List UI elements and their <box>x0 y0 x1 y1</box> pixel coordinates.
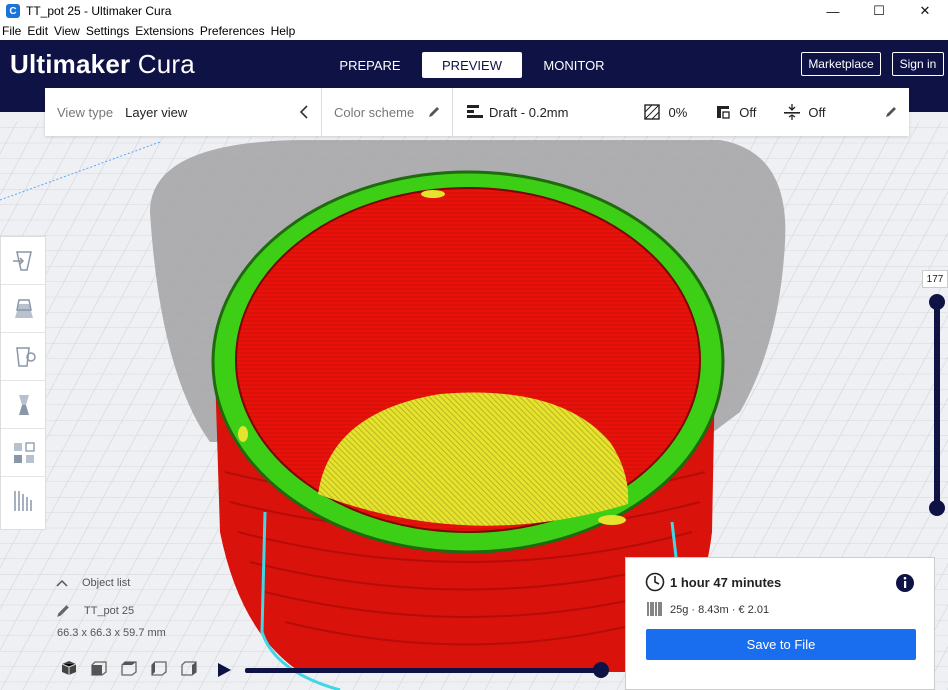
close-button[interactable]: ✕ <box>902 0 948 22</box>
view-type-value: Layer view <box>125 104 188 120</box>
minimize-button[interactable]: — <box>810 0 856 22</box>
move-tool-button[interactable] <box>1 237 46 285</box>
object-list-header: Object list <box>82 577 131 589</box>
top-view-icon[interactable] <box>120 660 138 676</box>
mirror-tool-button[interactable] <box>1 381 46 429</box>
menu-help[interactable]: Help <box>271 24 296 38</box>
support-value: Off <box>739 104 757 120</box>
simulation-handle[interactable] <box>592 661 610 679</box>
tab-monitor[interactable]: MONITOR <box>524 52 624 78</box>
current-layer-number[interactable]: 177 <box>922 270 948 288</box>
view-orientation-buttons <box>60 660 198 676</box>
rotate-icon <box>15 346 36 367</box>
info-icon[interactable] <box>895 573 915 593</box>
edit-settings-pencil-icon[interactable] <box>885 106 897 118</box>
chevron-up-icon <box>56 579 68 587</box>
play-icon[interactable] <box>216 662 232 678</box>
left-view-icon[interactable] <box>150 660 168 676</box>
adhesion-icon <box>784 104 801 120</box>
print-time: 1 hour 47 minutes <box>670 575 782 590</box>
window-controls: — ☐ ✕ <box>810 0 948 22</box>
profile-name: Draft - 0.2mm <box>489 104 569 120</box>
object-name: TT_pot 25 <box>84 605 135 617</box>
object-list-toggle[interactable]: Object list <box>56 575 166 591</box>
menu-bar: File Edit View Settings Extensions Prefe… <box>0 22 948 40</box>
tab-prepare[interactable]: PREPARE <box>320 52 420 78</box>
view-type-selector[interactable]: View type Layer view <box>45 88 322 136</box>
clock-icon <box>645 572 665 592</box>
window-title: TT_pot 25 - Ultimaker Cura <box>26 4 172 18</box>
print-job-panel: 1 hour 47 minutes 25g · 8.43m · € 2.01 S… <box>625 557 935 690</box>
adhesion-value: Off <box>808 104 826 120</box>
menu-preferences[interactable]: Preferences <box>200 24 265 38</box>
menu-edit[interactable]: Edit <box>27 24 48 38</box>
cura-app-icon: C <box>6 4 20 18</box>
per-model-settings-icon <box>13 441 35 463</box>
color-scheme-selector[interactable]: Color scheme <box>322 88 453 136</box>
object-list-item[interactable]: TT_pot 25 <box>56 603 166 619</box>
support-blocker-icon <box>13 491 32 511</box>
stage-tabs: PREPARE PREVIEW MONITOR <box>320 52 626 78</box>
chevron-left-icon <box>299 105 308 119</box>
view-type-label: View type <box>57 104 114 120</box>
support-blocker-button[interactable] <box>1 477 46 525</box>
infill-value: 0% <box>668 104 688 120</box>
per-model-settings-button[interactable] <box>1 429 46 477</box>
layer-slider-bottom-handle <box>929 500 945 516</box>
support-icon <box>717 106 730 119</box>
profile-layers-icon <box>467 105 483 118</box>
3d-view-icon[interactable] <box>60 660 78 676</box>
ultimaker-cura-logo: Ultimaker Cura <box>10 49 195 79</box>
scale-tool-button[interactable] <box>1 285 46 333</box>
object-dimensions: 66.3 x 66.3 x 59.7 mm <box>57 627 166 639</box>
window-title-bar: C TT_pot 25 - Ultimaker Cura — ☐ ✕ <box>0 0 948 22</box>
front-view-icon[interactable] <box>90 660 108 676</box>
pencil-icon <box>429 107 439 117</box>
right-view-icon[interactable] <box>180 660 198 676</box>
simulation-progress-bar[interactable] <box>245 668 605 673</box>
maximize-button[interactable]: ☐ <box>856 0 902 22</box>
color-scheme-label: Color scheme <box>334 104 415 120</box>
tab-preview[interactable]: PREVIEW <box>422 52 522 78</box>
menu-extensions[interactable]: Extensions <box>135 24 194 38</box>
filament-spool-icon <box>647 602 662 616</box>
sign-in-button[interactable]: Sign in <box>892 52 944 76</box>
save-to-file-button[interactable]: Save to File <box>646 629 916 660</box>
object-list-panel: Object list TT_pot 25 66.3 x 66.3 x 59.7… <box>56 575 166 639</box>
layer-slider-top-handle <box>929 294 945 310</box>
view-settings-toolbar: View type Layer view Color scheme Draft … <box>45 88 909 136</box>
rotate-tool-button[interactable] <box>1 333 46 381</box>
layer-slider[interactable] <box>926 280 948 540</box>
menu-file[interactable]: File <box>2 24 21 38</box>
menu-view[interactable]: View <box>54 24 80 38</box>
tool-strip <box>0 236 46 530</box>
menu-settings[interactable]: Settings <box>86 24 129 38</box>
infill-icon <box>644 104 661 120</box>
scale-icon <box>14 298 33 318</box>
print-settings-summary[interactable]: Draft - 0.2mm 0% Off Off <box>453 88 909 136</box>
move-icon <box>12 250 32 271</box>
pencil-icon <box>57 605 69 617</box>
material-estimate: 25g · 8.43m · € 2.01 <box>670 604 770 616</box>
marketplace-button[interactable]: Marketplace <box>801 52 881 76</box>
mirror-icon <box>18 394 29 415</box>
